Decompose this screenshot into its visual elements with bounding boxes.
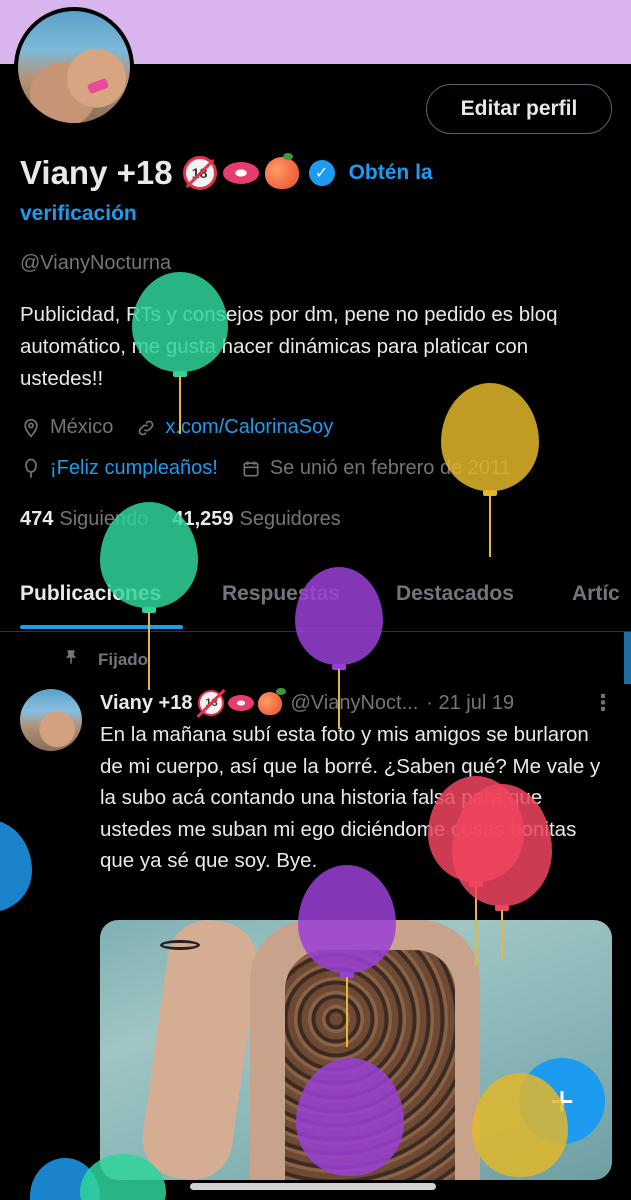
post-author-avatar[interactable] xyxy=(20,689,82,751)
post-author-handle[interactable]: @VianyNoct... xyxy=(290,692,418,715)
post-header: Viany +18 18 @VianyNoct... · 21 jul 19 xyxy=(100,687,514,716)
home-indicator[interactable] xyxy=(190,1183,436,1190)
pinned-label: Fijado xyxy=(62,648,148,671)
profile-name-row: Viany +18 18 ✓ Obtén la xyxy=(20,153,433,192)
location-text: México xyxy=(50,416,114,438)
followers-label: Seguidores xyxy=(239,508,341,530)
verified-icon[interactable]: ✓ xyxy=(308,160,335,186)
profile-avatar[interactable] xyxy=(14,7,134,127)
birthday-item[interactable]: ¡Feliz cumpleaños! xyxy=(20,457,218,480)
location-pin-icon xyxy=(20,417,42,439)
more-icon[interactable]: ⋮ xyxy=(592,690,614,716)
tab-articulos[interactable]: Artíc xyxy=(572,570,620,606)
tab-destacados[interactable]: Destacados xyxy=(396,570,514,606)
lips-icon xyxy=(222,162,259,184)
under-18-label: 18 xyxy=(191,165,208,181)
under-18-label: 18 xyxy=(205,697,218,709)
post-author-name[interactable]: Viany +18 xyxy=(100,692,192,715)
balloon-icon xyxy=(20,458,42,480)
active-tab-indicator xyxy=(20,625,183,629)
location-item: México xyxy=(20,416,113,439)
pin-icon xyxy=(62,648,80,671)
website-item[interactable]: x.com/CalorinaSoy xyxy=(135,416,333,439)
peach-icon xyxy=(264,153,299,189)
get-verified-link-continued[interactable]: verificación xyxy=(20,202,137,226)
profile-meta-row-1: México x.com/CalorinaSoy xyxy=(20,416,355,439)
following-count: 474 xyxy=(20,508,54,530)
link-icon xyxy=(135,417,157,439)
under-18-icon: 18 xyxy=(198,690,225,716)
peach-icon xyxy=(258,687,287,715)
display-name: Viany +18 xyxy=(20,154,173,191)
pinned-text: Fijado xyxy=(98,649,149,669)
edit-profile-button[interactable]: Editar perfil xyxy=(426,84,612,134)
followers-stat[interactable]: 41,259 Seguidores xyxy=(172,508,340,531)
website-link[interactable]: x.com/CalorinaSoy xyxy=(165,416,333,439)
lips-icon xyxy=(228,695,255,711)
scroll-indicator xyxy=(624,632,631,684)
profile-bio: Publicidad, RTs y consejos por dm, pene … xyxy=(20,303,558,390)
birthday-text[interactable]: ¡Feliz cumpleaños! xyxy=(50,457,218,480)
under-18-icon: 18 xyxy=(182,156,217,190)
get-verified-link[interactable]: Obtén la xyxy=(349,161,433,185)
post-date[interactable]: · 21 jul 19 xyxy=(426,692,514,715)
profile-handle: @VianyNocturna xyxy=(20,252,172,274)
calendar-icon xyxy=(240,458,262,480)
